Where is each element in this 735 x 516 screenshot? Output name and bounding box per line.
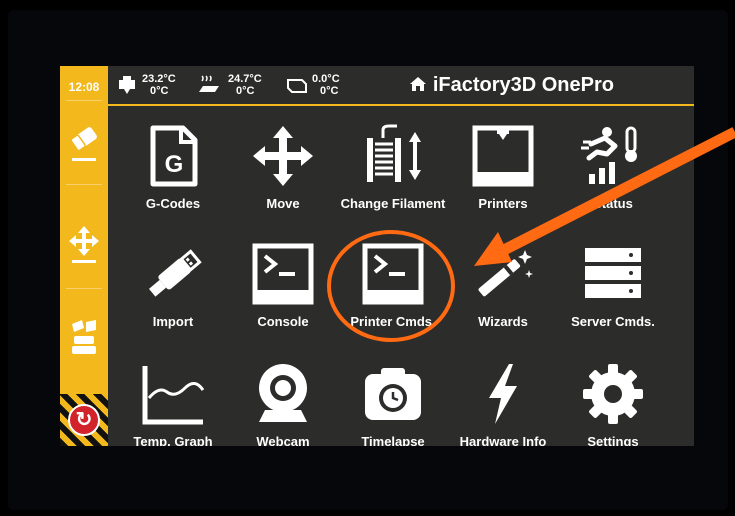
extruder-icon bbox=[119, 76, 135, 94]
menu-item-settings[interactable]: Settings bbox=[558, 356, 668, 446]
menu-item-console[interactable]: Console bbox=[228, 236, 338, 354]
bed-temperature[interactable]: 24.7°C 0°C bbox=[198, 70, 278, 100]
lightning-icon bbox=[489, 364, 517, 424]
extruder-current-temp: 23.2°C bbox=[142, 73, 176, 85]
sidebar-divider bbox=[66, 184, 102, 185]
usb-icon bbox=[148, 249, 202, 297]
move-arrows-icon bbox=[253, 126, 313, 186]
gcode-file-icon: G bbox=[150, 125, 198, 187]
chamber-current-temp: 0.0°C bbox=[312, 73, 340, 85]
printer-icon bbox=[472, 125, 534, 187]
server-icon bbox=[585, 248, 641, 298]
status-bar: 23.2°C 0°C 24.7°C 0°C 0.0°C 0°C iFactory… bbox=[108, 66, 694, 106]
sidebar-item-eraser[interactable] bbox=[68, 122, 100, 166]
eraser-icon bbox=[70, 127, 97, 161]
emergency-stop-button[interactable]: ↻ bbox=[60, 394, 108, 446]
emergency-stop-icon: ↻ bbox=[68, 404, 100, 436]
bed-current-temp: 24.7°C bbox=[228, 73, 262, 85]
menu-item-gcodes[interactable]: G G-Codes bbox=[118, 118, 228, 236]
clock: 12:08 bbox=[68, 80, 100, 94]
home-icon bbox=[409, 77, 426, 91]
move-arrows-icon bbox=[69, 226, 99, 263]
menu-item-webcam[interactable]: Webcam bbox=[228, 356, 338, 446]
menu-item-import[interactable]: Import bbox=[118, 236, 228, 354]
temperature-graph-icon bbox=[142, 366, 205, 425]
gear-icon bbox=[583, 364, 643, 424]
menu-item-printers[interactable]: Printers bbox=[448, 118, 558, 236]
extruder-temperature[interactable]: 23.2°C 0°C bbox=[116, 70, 190, 100]
menu-item-temp-graph[interactable]: Temp. Graph bbox=[118, 356, 228, 446]
status-icon bbox=[581, 126, 637, 184]
menu-item-wizards[interactable]: Wizards bbox=[448, 236, 558, 354]
heated-bed-icon bbox=[199, 75, 219, 92]
svg-text:G: G bbox=[165, 151, 184, 178]
menu-item-hardware-info[interactable]: Hardware Info bbox=[448, 356, 558, 446]
sidebar-divider bbox=[66, 100, 102, 101]
printer-title[interactable]: iFactory3D OnePro bbox=[409, 74, 614, 97]
bed-target-temp: 0°C bbox=[236, 85, 255, 97]
filament-spool-icon bbox=[367, 124, 421, 182]
chamber-temperature[interactable]: 0.0°C 0°C bbox=[286, 70, 366, 100]
printer-console-icon bbox=[362, 243, 424, 305]
sidebar-item-extrude[interactable] bbox=[68, 318, 100, 362]
menu-item-move[interactable]: Move bbox=[228, 118, 338, 236]
menu-item-label: Settings bbox=[587, 434, 639, 446]
menu-item-label: Server Cmds. bbox=[571, 314, 655, 329]
sidebar-divider bbox=[66, 288, 102, 289]
printer-name: iFactory3D OnePro bbox=[432, 74, 614, 96]
menu-item-status[interactable]: Status bbox=[558, 118, 668, 236]
chamber-icon bbox=[287, 79, 307, 93]
menu-item-timelapse[interactable]: Timelapse bbox=[338, 356, 448, 446]
extruder-target-temp: 0°C bbox=[150, 85, 169, 97]
sidebar: 12:08 ↻ bbox=[60, 66, 108, 446]
timelapse-camera-icon bbox=[365, 368, 421, 420]
menu-item-label: Status bbox=[593, 196, 633, 211]
menu-item-server-cmds[interactable]: Server Cmds. bbox=[558, 236, 668, 354]
webcam-icon bbox=[259, 364, 307, 422]
console-icon bbox=[252, 243, 314, 305]
extrude-icon bbox=[72, 320, 96, 354]
touch-screen: 12:08 ↻ 23.2°C 0°C 24.7°C 0°C 0.0°C 0°C … bbox=[60, 66, 694, 446]
sidebar-item-move[interactable] bbox=[68, 222, 100, 266]
menu-item-change-filament[interactable]: Change Filament bbox=[338, 118, 448, 236]
wand-icon bbox=[478, 250, 533, 297]
menu-item-printer-cmds[interactable]: Printer Cmds. bbox=[338, 236, 448, 354]
chamber-target-temp: 0°C bbox=[320, 85, 339, 97]
